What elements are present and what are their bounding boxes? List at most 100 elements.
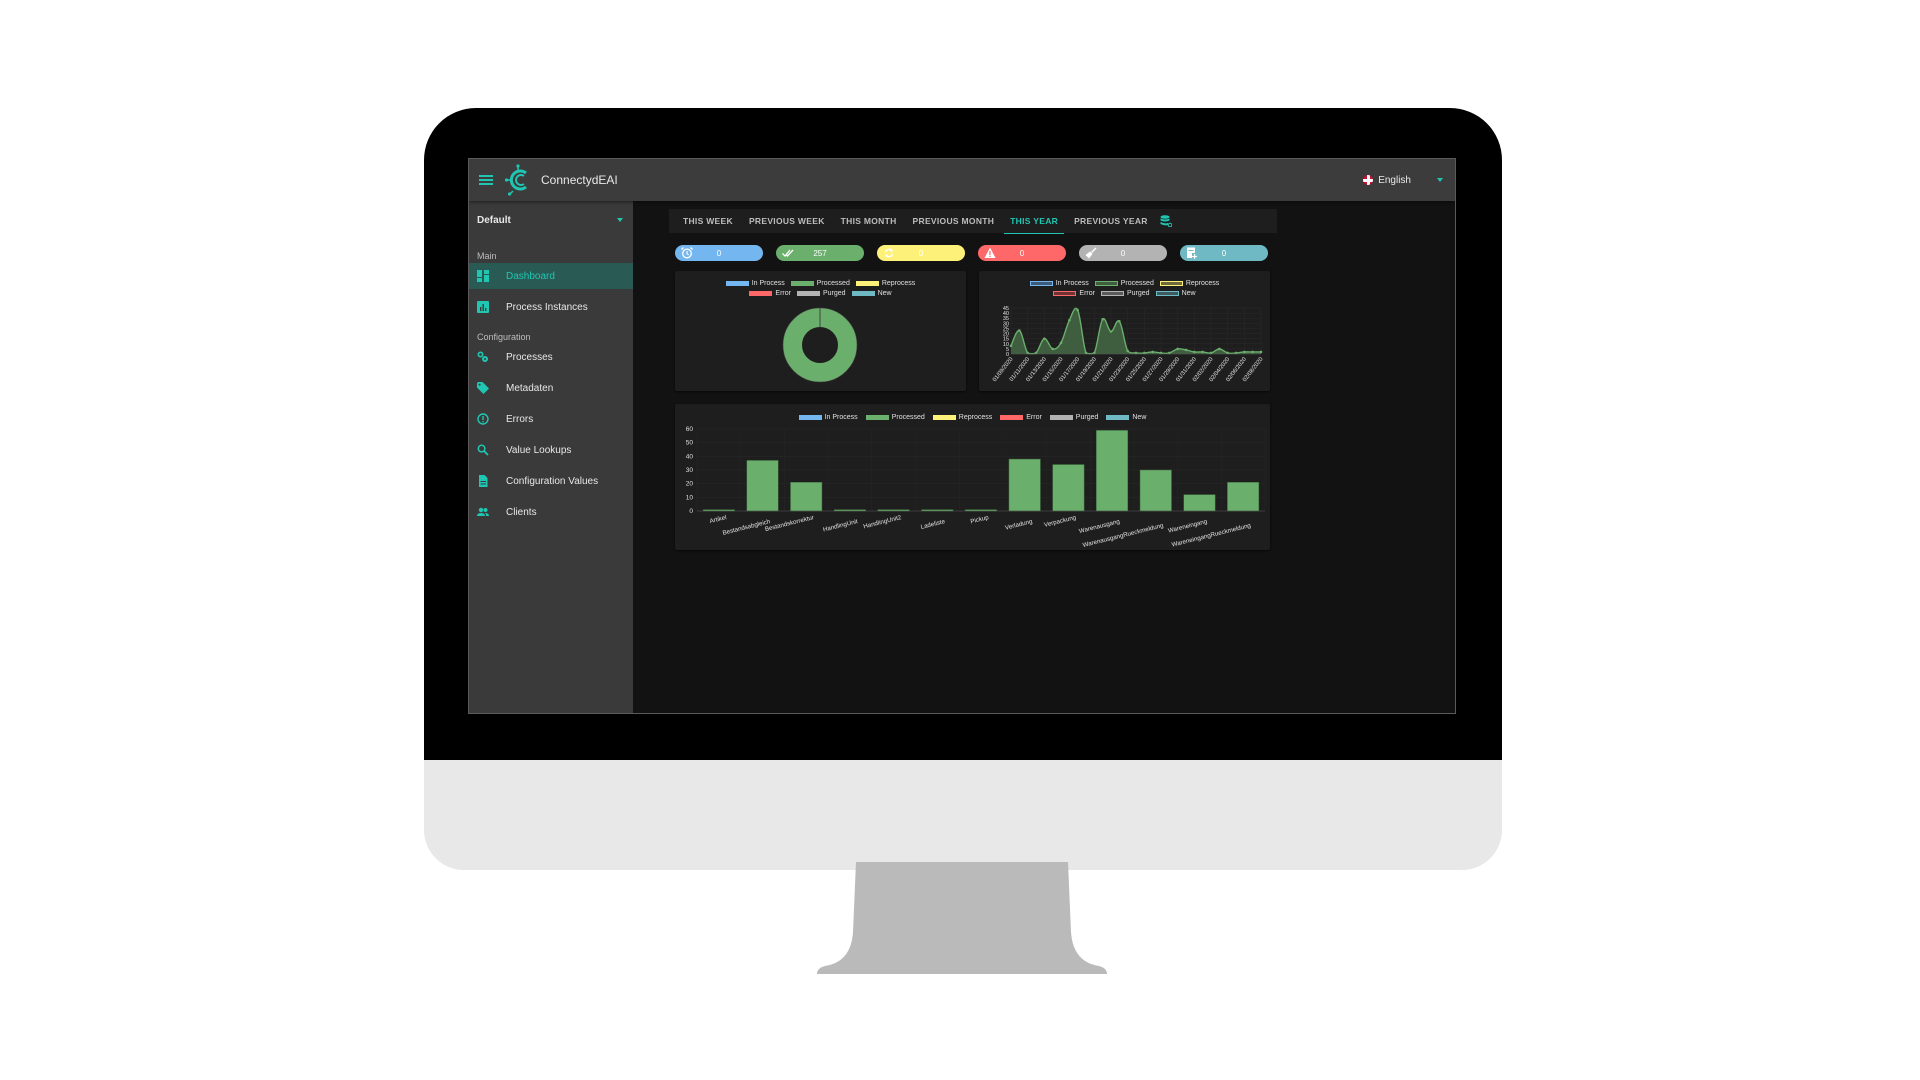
people-icon <box>477 506 489 518</box>
x-tick-label: Verpackung <box>1043 514 1077 529</box>
bar-warenausgangrueckmeldung <box>1139 469 1172 512</box>
y-tick-label: 15 <box>1003 337 1009 343</box>
tag-icon <box>477 382 489 394</box>
refresh-icon <box>884 248 894 258</box>
bar-wareneingangrueckmeldung <box>1227 482 1260 512</box>
dashboard-icon <box>477 270 489 282</box>
sidebar-item-label: Value Lookups <box>506 444 572 456</box>
sidebar-item-process-instances[interactable]: Process Instances <box>469 294 633 320</box>
tab-this-month[interactable]: THIS MONTH <box>835 209 903 233</box>
y-tick-label: 60 <box>686 426 694 433</box>
data-point <box>1126 349 1129 353</box>
language-selector[interactable]: English <box>1363 159 1443 201</box>
y-tick-label: 20 <box>686 481 694 488</box>
sidebar: Default Main Dashboard Process Instances… <box>469 201 633 713</box>
chevron-down-icon <box>617 218 623 222</box>
data-point <box>1109 330 1113 333</box>
badge-reprocess[interactable]: 0 <box>877 245 965 261</box>
timeline-chart-card: In Process Processed Reprocess Error Pur… <box>979 271 1270 391</box>
badge-new[interactable]: 0 <box>1180 245 1268 261</box>
menu-icon[interactable] <box>479 175 493 185</box>
data-point <box>1151 350 1154 354</box>
sidebar-item-label: Clients <box>506 506 537 518</box>
language-label: English <box>1378 174 1411 186</box>
data-point <box>1218 347 1221 351</box>
sidebar-item-label: Configuration Values <box>506 475 599 487</box>
tab-previous-week[interactable]: PREVIOUS WEEK <box>743 209 831 233</box>
broom-icon <box>1085 247 1097 259</box>
bar-verpackung <box>1052 464 1085 512</box>
y-tick-label: 20 <box>1003 332 1009 338</box>
sidebar-item-dashboard[interactable]: Dashboard <box>469 263 633 289</box>
bar-wareneingang <box>1183 494 1216 512</box>
warning-icon <box>984 247 996 258</box>
y-tick-label: 30 <box>686 467 694 474</box>
alert-circle-icon <box>477 413 489 425</box>
bar-chart-card: In Process Processed Reprocess Error Pur… <box>675 404 1270 550</box>
sidebar-item-configuration-values[interactable]: Configuration Values <box>469 468 633 494</box>
sidebar-item-value-lookups[interactable]: Value Lookups <box>469 437 633 463</box>
sidebar-item-clients[interactable]: Clients <box>469 499 633 525</box>
tab-this-week[interactable]: THIS WEEK <box>677 209 739 233</box>
data-point <box>1251 350 1254 354</box>
data-point <box>1043 337 1046 340</box>
badge-error[interactable]: 0 <box>978 245 1066 261</box>
doughnut-chart <box>782 307 858 383</box>
x-tick-label: Bestandskorrektur <box>764 514 814 533</box>
note-add-icon <box>1187 247 1198 259</box>
bar-bestandskorrektur <box>790 482 823 512</box>
bar-bestandsabgleich <box>746 460 779 512</box>
connectyd-logo-icon <box>505 164 527 196</box>
app-title: ConnectydEAI <box>541 173 618 187</box>
bar-chart-icon <box>477 301 489 313</box>
period-tabs: THIS WEEK PREVIOUS WEEK THIS MONTH PREVI… <box>669 209 1277 234</box>
bar-warenausgang <box>1096 430 1129 512</box>
x-tick-label: Ladeliste <box>920 518 946 531</box>
x-tick-label: Wareneingang <box>1167 518 1208 535</box>
alarm-clock-icon <box>681 247 693 259</box>
gears-icon <box>477 351 489 363</box>
data-point <box>1184 348 1188 352</box>
badge-in-process[interactable]: 0 <box>675 245 763 261</box>
main-content: THIS WEEK PREVIOUS WEEK THIS MONTH PREVI… <box>633 201 1455 713</box>
x-tick-label: Artikel <box>709 514 727 525</box>
data-point <box>1068 318 1071 322</box>
y-tick-label: 0 <box>689 508 693 515</box>
bar-chart: 0102030405060ArtikelBestandsabgleichBest… <box>686 426 1266 549</box>
y-tick-label: 10 <box>1003 342 1009 348</box>
tab-this-year[interactable]: THIS YEAR <box>1004 209 1064 234</box>
data-point <box>1243 350 1246 354</box>
badge-processed[interactable]: 257 <box>776 245 864 261</box>
badge-purged[interactable]: 0 <box>1079 245 1167 261</box>
database-settings-icon[interactable] <box>1160 215 1172 227</box>
sidebar-item-processes[interactable]: Processes <box>469 344 633 370</box>
y-tick-label: 40 <box>1003 311 1009 317</box>
sidebar-item-metadaten[interactable]: Metadaten <box>469 375 633 401</box>
data-point <box>1051 347 1054 351</box>
app-screen: ConnectydEAI English Default Main Dashbo… <box>468 158 1456 714</box>
bar-verladung <box>1008 458 1041 512</box>
search-icon <box>477 444 489 456</box>
tab-previous-month[interactable]: PREVIOUS MONTH <box>907 209 1001 233</box>
x-tick-label: Verladung <box>1004 518 1033 532</box>
sidebar-item-errors[interactable]: Errors <box>469 406 633 432</box>
data-point <box>1201 350 1204 354</box>
y-tick-label: 40 <box>686 453 694 460</box>
data-point <box>1009 344 1013 348</box>
sidebar-item-label: Errors <box>506 413 534 425</box>
document-icon <box>477 475 489 487</box>
data-point <box>1018 329 1021 332</box>
y-tick-label: 5 <box>1006 347 1009 353</box>
chevron-down-icon <box>1437 178 1443 182</box>
section-label-configuration: Configuration <box>477 332 531 342</box>
y-tick-label: 45 <box>1003 306 1009 312</box>
y-tick-label: 50 <box>686 440 694 447</box>
y-tick-label: 10 <box>686 494 694 501</box>
client-selector[interactable]: Default <box>469 201 633 239</box>
top-app-bar: ConnectydEAI English <box>469 159 1455 201</box>
tab-previous-year[interactable]: PREVIOUS YEAR <box>1068 209 1154 233</box>
sidebar-item-label: Dashboard <box>506 270 555 282</box>
data-point <box>1101 317 1104 321</box>
data-point <box>1118 319 1121 323</box>
client-selector-value: Default <box>477 214 511 226</box>
